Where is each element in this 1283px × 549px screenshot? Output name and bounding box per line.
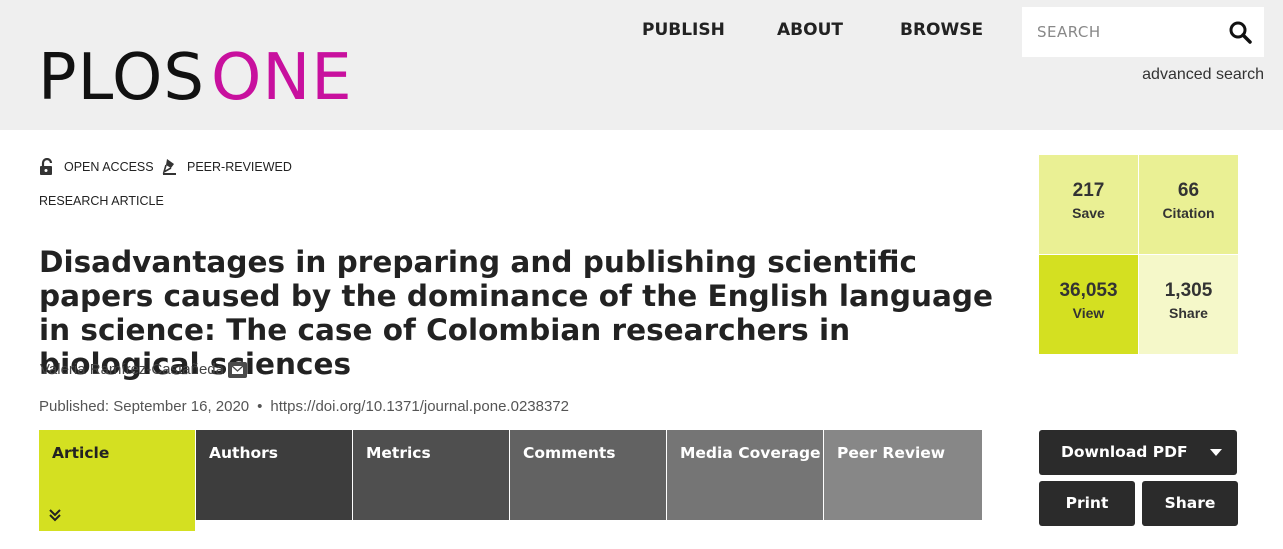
tab-metrics[interactable]: Metrics	[353, 430, 509, 520]
metric-citation-value: 66	[1177, 180, 1200, 201]
metric-share[interactable]: 1,305 Share	[1139, 255, 1238, 354]
metric-share-value: 1,305	[1164, 280, 1213, 301]
tab-media-coverage-label: Media Coverage	[680, 444, 821, 462]
logo-one-text: ONE	[210, 41, 353, 115]
caret-down-icon[interactable]	[1210, 449, 1222, 456]
metric-citation[interactable]: 66 Citation	[1139, 155, 1238, 254]
article-metrics: 217 Save 66 Citation 36,053 View 1,305 S…	[1039, 155, 1238, 354]
author-name[interactable]: Valeria Ramírez-Castañeda	[40, 361, 224, 378]
metric-save-label: Save	[1072, 205, 1105, 221]
open-access-label: OPEN ACCESS	[64, 160, 154, 174]
tab-media-coverage[interactable]: Media Coverage	[667, 430, 823, 520]
bullet-separator: •	[257, 398, 263, 415]
author-line: Valeria Ramírez-Castañeda	[40, 361, 247, 378]
metric-view-label: View	[1072, 305, 1105, 321]
tab-authors-label: Authors	[209, 444, 278, 462]
tab-comments[interactable]: Comments	[510, 430, 666, 520]
search-box	[1022, 7, 1264, 57]
peer-reviewed-icon	[162, 158, 178, 176]
peer-reviewed-label: PEER-REVIEWED	[187, 160, 292, 174]
tab-peer-review-label: Peer Review	[837, 444, 946, 462]
double-chevron-down-icon[interactable]	[49, 508, 61, 522]
tab-metrics-label: Metrics	[366, 444, 431, 462]
plos-one-logo[interactable]: PLOSONE	[38, 46, 353, 110]
share-button[interactable]: Share	[1142, 481, 1238, 526]
open-lock-icon	[39, 157, 55, 176]
doi-link[interactable]: https://doi.org/10.1371/journal.pone.023…	[270, 398, 569, 415]
peer-reviewed-badge[interactable]: PEER-REVIEWED	[162, 158, 292, 176]
tab-authors[interactable]: Authors	[196, 430, 352, 520]
search-icon[interactable]	[1228, 20, 1252, 44]
metric-save[interactable]: 217 Save	[1039, 155, 1138, 254]
published-date: Published: September 16, 2020	[39, 398, 250, 415]
logo-plos-text: PLOS	[38, 41, 205, 115]
article-type: RESEARCH ARTICLE	[39, 194, 164, 208]
metric-share-label: Share	[1169, 305, 1208, 321]
metric-citation-label: Citation	[1162, 205, 1215, 221]
tab-comments-label: Comments	[523, 444, 616, 462]
tab-peer-review[interactable]: Peer Review	[824, 430, 982, 520]
nav-browse[interactable]: BROWSE	[900, 20, 983, 40]
nav-publish[interactable]: PUBLISH	[642, 20, 725, 40]
tab-article-label: Article	[52, 444, 110, 462]
publication-info: Published: September 16, 2020 • https://do…	[39, 398, 569, 415]
metric-save-value: 217	[1072, 180, 1105, 201]
email-icon[interactable]	[227, 361, 247, 378]
download-pdf-button[interactable]: Download PDF	[1039, 430, 1237, 475]
tab-article[interactable]: Article	[39, 430, 195, 531]
download-pdf-label: Download PDF	[1061, 443, 1188, 461]
search-input[interactable]	[1022, 7, 1222, 57]
nav-about[interactable]: ABOUT	[777, 20, 843, 40]
print-button[interactable]: Print	[1039, 481, 1135, 526]
site-header: PLOSONE PUBLISH ABOUT BROWSE advanced se…	[0, 0, 1283, 130]
article-tabs: Article Authors Metrics Comments Media C…	[39, 430, 982, 531]
metric-view-value: 36,053	[1059, 280, 1118, 301]
advanced-search-link[interactable]: advanced search	[1142, 66, 1264, 84]
metric-view[interactable]: 36,053 View	[1039, 255, 1138, 354]
open-access-badge[interactable]: OPEN ACCESS	[39, 157, 154, 176]
